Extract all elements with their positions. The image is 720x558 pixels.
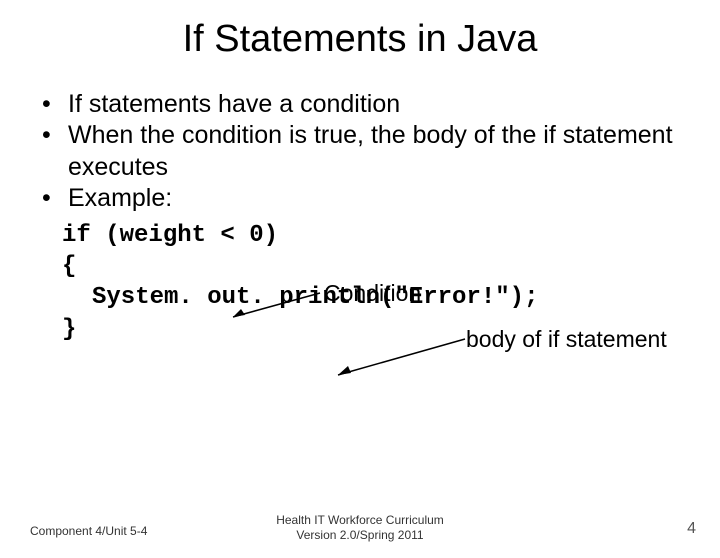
arrow-condition xyxy=(225,283,325,323)
bullet-dot: • xyxy=(38,183,68,214)
condition-label: Condition xyxy=(324,280,421,307)
code-line: if (weight < 0) xyxy=(62,220,720,251)
list-item: • If statements have a condition xyxy=(38,89,682,120)
bullet-list: • If statements have a condition • When … xyxy=(38,89,682,214)
footer-line: Version 2.0/Spring 2011 xyxy=(0,528,720,544)
bullet-text: Example: xyxy=(68,183,682,214)
page-number: 4 xyxy=(687,520,696,538)
bullet-text: When the condition is true, the body of … xyxy=(68,120,682,183)
slide-title: If Statements in Java xyxy=(0,18,720,61)
footer-line: Health IT Workforce Curriculum xyxy=(0,513,720,529)
list-item: • Example: xyxy=(38,183,682,214)
bullet-dot: • xyxy=(38,120,68,151)
body-label: body of if statement xyxy=(466,326,667,353)
footer-center: Health IT Workforce Curriculum Version 2… xyxy=(0,513,720,544)
bullet-dot: • xyxy=(38,89,68,120)
bullet-text: If statements have a condition xyxy=(68,89,682,120)
list-item: • When the condition is true, the body o… xyxy=(38,120,682,183)
code-line: { xyxy=(62,251,720,282)
arrow-body xyxy=(330,333,470,383)
